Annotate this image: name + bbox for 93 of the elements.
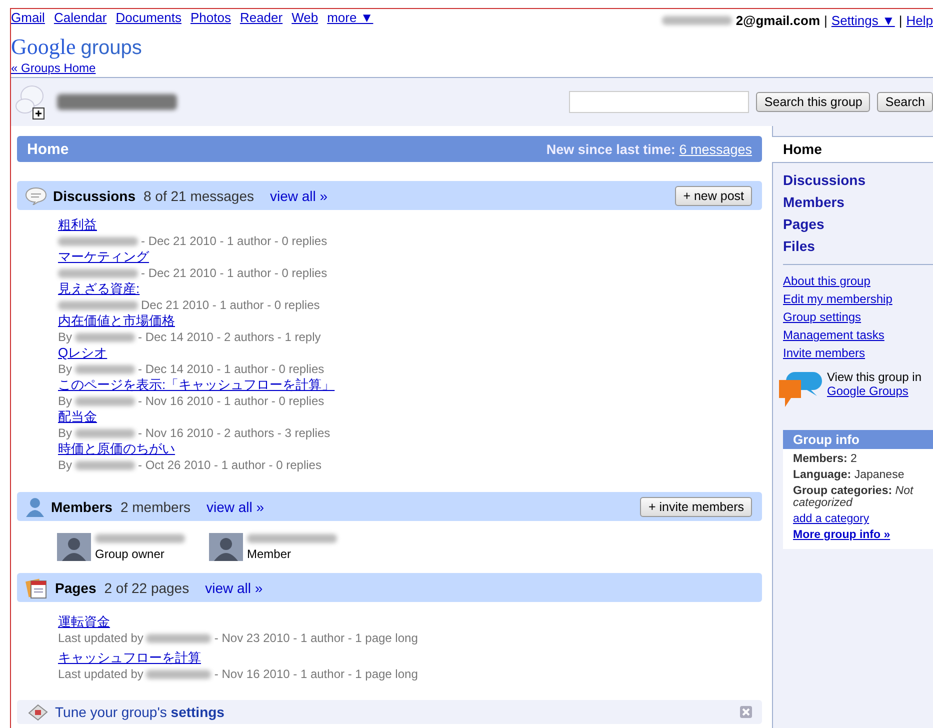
section-title: Members bbox=[51, 498, 112, 514]
blurred-name bbox=[75, 428, 136, 438]
member-role: Member bbox=[247, 547, 292, 561]
settings-icon bbox=[27, 703, 49, 721]
blurred-name bbox=[662, 16, 732, 24]
section-count: 2 members bbox=[120, 498, 190, 514]
home-title: Home bbox=[27, 140, 69, 158]
page-link[interactable]: 運転資金 bbox=[58, 614, 110, 630]
new-post-button[interactable]: + new post bbox=[675, 186, 752, 206]
separator: | bbox=[824, 12, 828, 28]
nav-link[interactable]: Calendar bbox=[54, 10, 107, 30]
sidebar-tab[interactable]: Files bbox=[773, 235, 933, 257]
speech-bubble-icon bbox=[25, 186, 47, 204]
by-label: Last updated by bbox=[58, 630, 144, 646]
blurred-name bbox=[146, 670, 212, 678]
close-icon[interactable] bbox=[740, 706, 752, 718]
by-label: By bbox=[58, 393, 72, 409]
sidebar-link[interactable]: Management tasks bbox=[783, 328, 884, 342]
post-meta: - Nov 16 2010 - 1 author - 0 replies bbox=[138, 393, 324, 409]
by-label: By bbox=[58, 329, 72, 345]
nav-link[interactable]: Web bbox=[292, 10, 318, 30]
section-count: 2 of 22 pages bbox=[104, 580, 190, 596]
pages-icon bbox=[25, 576, 49, 598]
nav-link[interactable]: Gmail bbox=[11, 10, 45, 30]
search-group-button[interactable]: Search this group bbox=[756, 92, 870, 112]
discussion-link[interactable]: 配当金 bbox=[58, 409, 97, 425]
view-all-link[interactable]: view all » bbox=[205, 580, 263, 596]
post-meta: - Nov 16 2010 - 2 authors - 3 replies bbox=[138, 425, 330, 441]
google-groups-link[interactable]: Google Groups bbox=[827, 384, 908, 398]
discussion-link[interactable]: 時価と原価のちがい bbox=[58, 441, 175, 457]
search-button[interactable]: Search bbox=[877, 92, 933, 112]
logo[interactable]: Google groups bbox=[11, 34, 142, 60]
section-title: Pages bbox=[55, 580, 96, 596]
avatar-icon bbox=[209, 533, 243, 561]
blurred-name bbox=[75, 332, 136, 342]
view-all-link[interactable]: view all » bbox=[270, 188, 328, 204]
post-meta: - Dec 21 2010 - 1 author - 0 replies bbox=[141, 233, 328, 249]
nav-link[interactable]: more ▼ bbox=[327, 10, 374, 30]
settings-link[interactable]: Settings ▼ bbox=[831, 12, 895, 28]
by-label: By bbox=[58, 457, 72, 473]
search-field[interactable] bbox=[569, 91, 750, 113]
sidebar-link[interactable]: Edit my membership bbox=[783, 292, 892, 306]
sidebar-link[interactable]: About this group bbox=[783, 274, 870, 288]
discussion-link[interactable]: 内在価値と市場価格 bbox=[58, 313, 175, 329]
blurred-name bbox=[146, 634, 212, 642]
discussion-link[interactable]: Qレシオ bbox=[58, 345, 108, 361]
blurred-name bbox=[75, 364, 136, 374]
person-icon bbox=[25, 496, 45, 516]
sidebar-link[interactable]: Group settings bbox=[783, 310, 862, 324]
nav-link[interactable]: Photos bbox=[190, 10, 231, 30]
post-meta: Dec 21 2010 - 1 author - 0 replies bbox=[141, 297, 320, 313]
sidebar-tab[interactable]: Pages bbox=[773, 213, 933, 235]
info-row-text: Members: 2 bbox=[793, 453, 858, 465]
groups-home-link[interactable]: « Groups Home bbox=[11, 61, 96, 75]
page-meta: - Nov 23 2010 - 1 author - 1 page long bbox=[214, 630, 418, 646]
invite-members-button[interactable]: + invite members bbox=[640, 496, 752, 516]
info-row-text: Group categories: Not categorized bbox=[793, 485, 914, 509]
info-link[interactable]: More group info » bbox=[793, 529, 890, 541]
sidebar-tab[interactable]: Discussions bbox=[773, 169, 933, 191]
new-since-text: New since last time: 6 messages bbox=[546, 142, 752, 156]
nav-link[interactable]: Reader bbox=[240, 10, 283, 30]
blurred-name bbox=[75, 396, 136, 406]
tune-text: Tune your group's settings bbox=[55, 704, 224, 720]
account-email: 2@gmail.com bbox=[736, 12, 820, 28]
blurred-name bbox=[75, 460, 136, 470]
view-all-link[interactable]: view all » bbox=[206, 498, 264, 514]
post-meta: - Oct 26 2010 - 1 author - 0 replies bbox=[138, 457, 322, 473]
discussion-link[interactable]: マーケティング bbox=[58, 249, 149, 265]
post-meta: - Dec 21 2010 - 1 author - 0 replies bbox=[141, 265, 328, 281]
post-meta: - Dec 14 2010 - 2 authors - 1 reply bbox=[138, 329, 321, 345]
member-role: Group owner bbox=[95, 547, 166, 561]
sidebar-tab[interactable]: Home bbox=[772, 136, 933, 163]
info-row-text: Language: Japanese bbox=[793, 469, 906, 481]
help-link[interactable]: Help bbox=[906, 12, 933, 28]
sidebar-tab[interactable]: Members bbox=[773, 191, 933, 213]
discussion-link[interactable]: 見えざる資産: bbox=[58, 281, 140, 297]
nav-link[interactable]: Documents bbox=[116, 10, 182, 30]
section-count: 8 of 21 messages bbox=[143, 188, 254, 204]
discussion-link[interactable]: このページを表示:「キャッシュフローを計算」 bbox=[58, 377, 335, 393]
by-label: By bbox=[58, 361, 72, 377]
post-meta: - Dec 14 2010 - 1 author - 0 replies bbox=[138, 361, 324, 377]
info-link[interactable]: add a category bbox=[793, 513, 870, 525]
avatar-icon bbox=[57, 533, 91, 561]
page-link[interactable]: キャッシュフローを計算 bbox=[58, 650, 201, 666]
sidebar-link[interactable]: Invite members bbox=[783, 346, 866, 360]
section-title: Discussions bbox=[53, 188, 136, 204]
by-label: Last updated by bbox=[58, 666, 144, 682]
separator: | bbox=[898, 12, 902, 28]
page-meta: - Nov 16 2010 - 1 author - 1 page long bbox=[214, 666, 418, 682]
promo-text: View this group in bbox=[827, 370, 922, 384]
discussion-link[interactable]: 粗利益 bbox=[58, 217, 97, 233]
group-info-title: Group info bbox=[783, 430, 933, 449]
by-label: By bbox=[58, 425, 72, 441]
